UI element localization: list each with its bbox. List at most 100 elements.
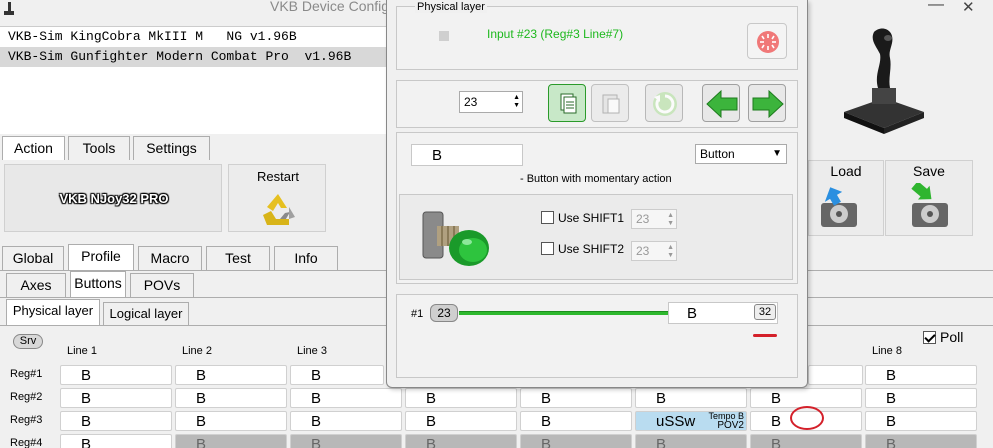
tab-test[interactable]: Test — [206, 246, 270, 270]
grid-cell[interactable]: B — [405, 411, 517, 431]
restart-label: Restart — [257, 169, 299, 184]
grid-cell-disabled: B — [750, 434, 862, 448]
refresh-button[interactable] — [645, 84, 683, 122]
grid-cell[interactable]: B — [865, 365, 977, 385]
window-title: VKB Device Config — [270, 0, 390, 14]
tab-settings[interactable]: Settings — [133, 136, 210, 160]
paste-button[interactable] — [591, 84, 629, 122]
usw-sub-label: POV2 — [717, 420, 744, 431]
tab-buttons[interactable]: Buttons — [70, 271, 126, 297]
shift1-value: 23 — [636, 212, 650, 226]
grid-cell[interactable]: B — [520, 411, 632, 431]
device-name-panel: VKB NJoy32 PRO — [4, 164, 222, 232]
grid-cell[interactable] — [808, 365, 863, 385]
line-number: #1 — [411, 308, 424, 320]
annotation-circle — [790, 406, 824, 430]
hdd-save-icon — [908, 181, 952, 232]
shift1-spinner: 23 ▲ ▼ — [631, 209, 677, 229]
device-name: VKB NJoy32 PRO — [59, 191, 169, 206]
grid-cell[interactable]: B — [60, 411, 172, 431]
device-list[interactable]: VKB-Sim KingCobra MkIII M NG v1.96B VKB-… — [0, 26, 386, 134]
input-pill[interactable]: 23 — [430, 304, 458, 322]
copy-button[interactable] — [548, 84, 586, 122]
grid-cell[interactable]: B — [60, 388, 172, 408]
grid-cell[interactable]: B — [175, 365, 287, 385]
joystick-image — [834, 24, 934, 137]
grid-cell[interactable]: B — [290, 365, 384, 385]
column-header-line2: Line 2 — [182, 345, 212, 357]
poll-check-icon[interactable] — [923, 331, 936, 344]
status-led — [439, 31, 449, 41]
grid-cell[interactable]: B — [405, 388, 517, 408]
next-button[interactable] — [748, 84, 786, 122]
row-header-reg3: Reg#3 — [10, 414, 43, 426]
button-type-description: - Button with momentary action — [520, 173, 672, 185]
column-header-line8: Line 8 — [872, 345, 902, 357]
tab-povs[interactable]: POVs — [130, 273, 194, 297]
connection-line — [459, 311, 669, 315]
spinner-arrows-icon[interactable]: ▲ ▼ — [513, 94, 520, 110]
grid-cell[interactable]: B — [750, 388, 862, 408]
restart-button[interactable]: Restart — [228, 164, 326, 232]
tab-logical-layer[interactable]: Logical layer — [103, 302, 189, 326]
chevron-down-icon[interactable]: ▼ — [772, 145, 782, 163]
tab-macro[interactable]: Macro — [138, 246, 202, 270]
column-header-line3: Line 3 — [297, 345, 327, 357]
refresh-icon — [653, 92, 677, 116]
grid-cell[interactable]: B — [175, 411, 287, 431]
button-name-field[interactable]: B — [411, 144, 523, 166]
previous-button[interactable] — [702, 84, 740, 122]
use-shift2-checkbox[interactable]: Use SHIFT2 — [541, 242, 624, 256]
input-number-value: 23 — [464, 95, 478, 109]
grid-cell[interactable]: B — [290, 388, 402, 408]
grid-cell-disabled: B — [290, 434, 402, 448]
srv-button[interactable]: Srv — [13, 334, 43, 349]
shift2-label: Use SHIFT2 — [558, 242, 625, 256]
push-button-image — [417, 204, 497, 279]
grid-cell[interactable]: B — [175, 388, 287, 408]
app-joystick-icon — [3, 2, 15, 16]
row-header-reg2: Reg#2 — [10, 391, 43, 403]
shift2-spinner: 23 ▲ ▼ — [631, 241, 677, 261]
grid-cell[interactable]: B — [635, 388, 747, 408]
grid-cell-disabled: B — [405, 434, 517, 448]
grid-cell[interactable]: B — [290, 411, 402, 431]
button-type-select[interactable]: Button ▼ — [695, 144, 787, 164]
reset-button[interactable] — [747, 23, 787, 59]
grid-cell[interactable]: B — [60, 365, 172, 385]
close-icon[interactable]: ✕ — [962, 0, 975, 16]
grid-cell[interactable]: B — [520, 388, 632, 408]
shift1-label: Use SHIFT1 — [558, 211, 625, 225]
minimize-icon[interactable]: — — [928, 0, 944, 14]
use-shift1-checkbox[interactable]: Use SHIFT1 — [541, 211, 624, 225]
tab-physical-layer[interactable]: Physical layer — [6, 299, 100, 325]
tab-action[interactable]: Action — [2, 136, 65, 162]
spinner-icon — [757, 31, 779, 53]
save-button[interactable]: Save — [885, 160, 973, 236]
poll-label: Poll — [940, 329, 964, 345]
tab-tools[interactable]: Tools — [68, 136, 130, 160]
recycle-icon — [259, 191, 297, 230]
column-header-line1: Line 1 — [67, 345, 97, 357]
device-item-selected[interactable]: VKB-Sim Gunfighter Modern Combat Pro v1.… — [0, 47, 386, 67]
grid-cell[interactable]: B — [865, 411, 977, 431]
poll-checkbox[interactable]: Poll — [923, 329, 963, 345]
group-title: Physical layer — [415, 1, 487, 13]
tab-profile[interactable]: Profile — [68, 244, 134, 270]
grid-cell[interactable]: B — [865, 388, 977, 408]
physical-layer-group: Physical layer Input #23 (Reg#3 Line#7) — [396, 1, 798, 70]
tab-axes[interactable]: Axes — [6, 273, 66, 297]
grid-cell-disabled: B — [175, 434, 287, 448]
hdd-load-icon — [817, 183, 861, 232]
checkbox-icon[interactable] — [541, 242, 554, 255]
load-button[interactable]: Load — [808, 160, 884, 236]
row-header-reg4: Reg#4 — [10, 437, 43, 448]
grid-cell[interactable]: B — [60, 434, 172, 448]
output-code-badge: 32 — [754, 304, 776, 320]
input-number-spinner[interactable]: 23 ▲ ▼ — [459, 91, 523, 113]
tab-info[interactable]: Info — [274, 246, 338, 270]
annotation-underline — [753, 334, 777, 337]
device-item[interactable]: VKB-Sim KingCobra MkIII M NG v1.96B — [0, 27, 386, 47]
checkbox-icon[interactable] — [541, 211, 554, 224]
tab-global[interactable]: Global — [2, 246, 64, 270]
